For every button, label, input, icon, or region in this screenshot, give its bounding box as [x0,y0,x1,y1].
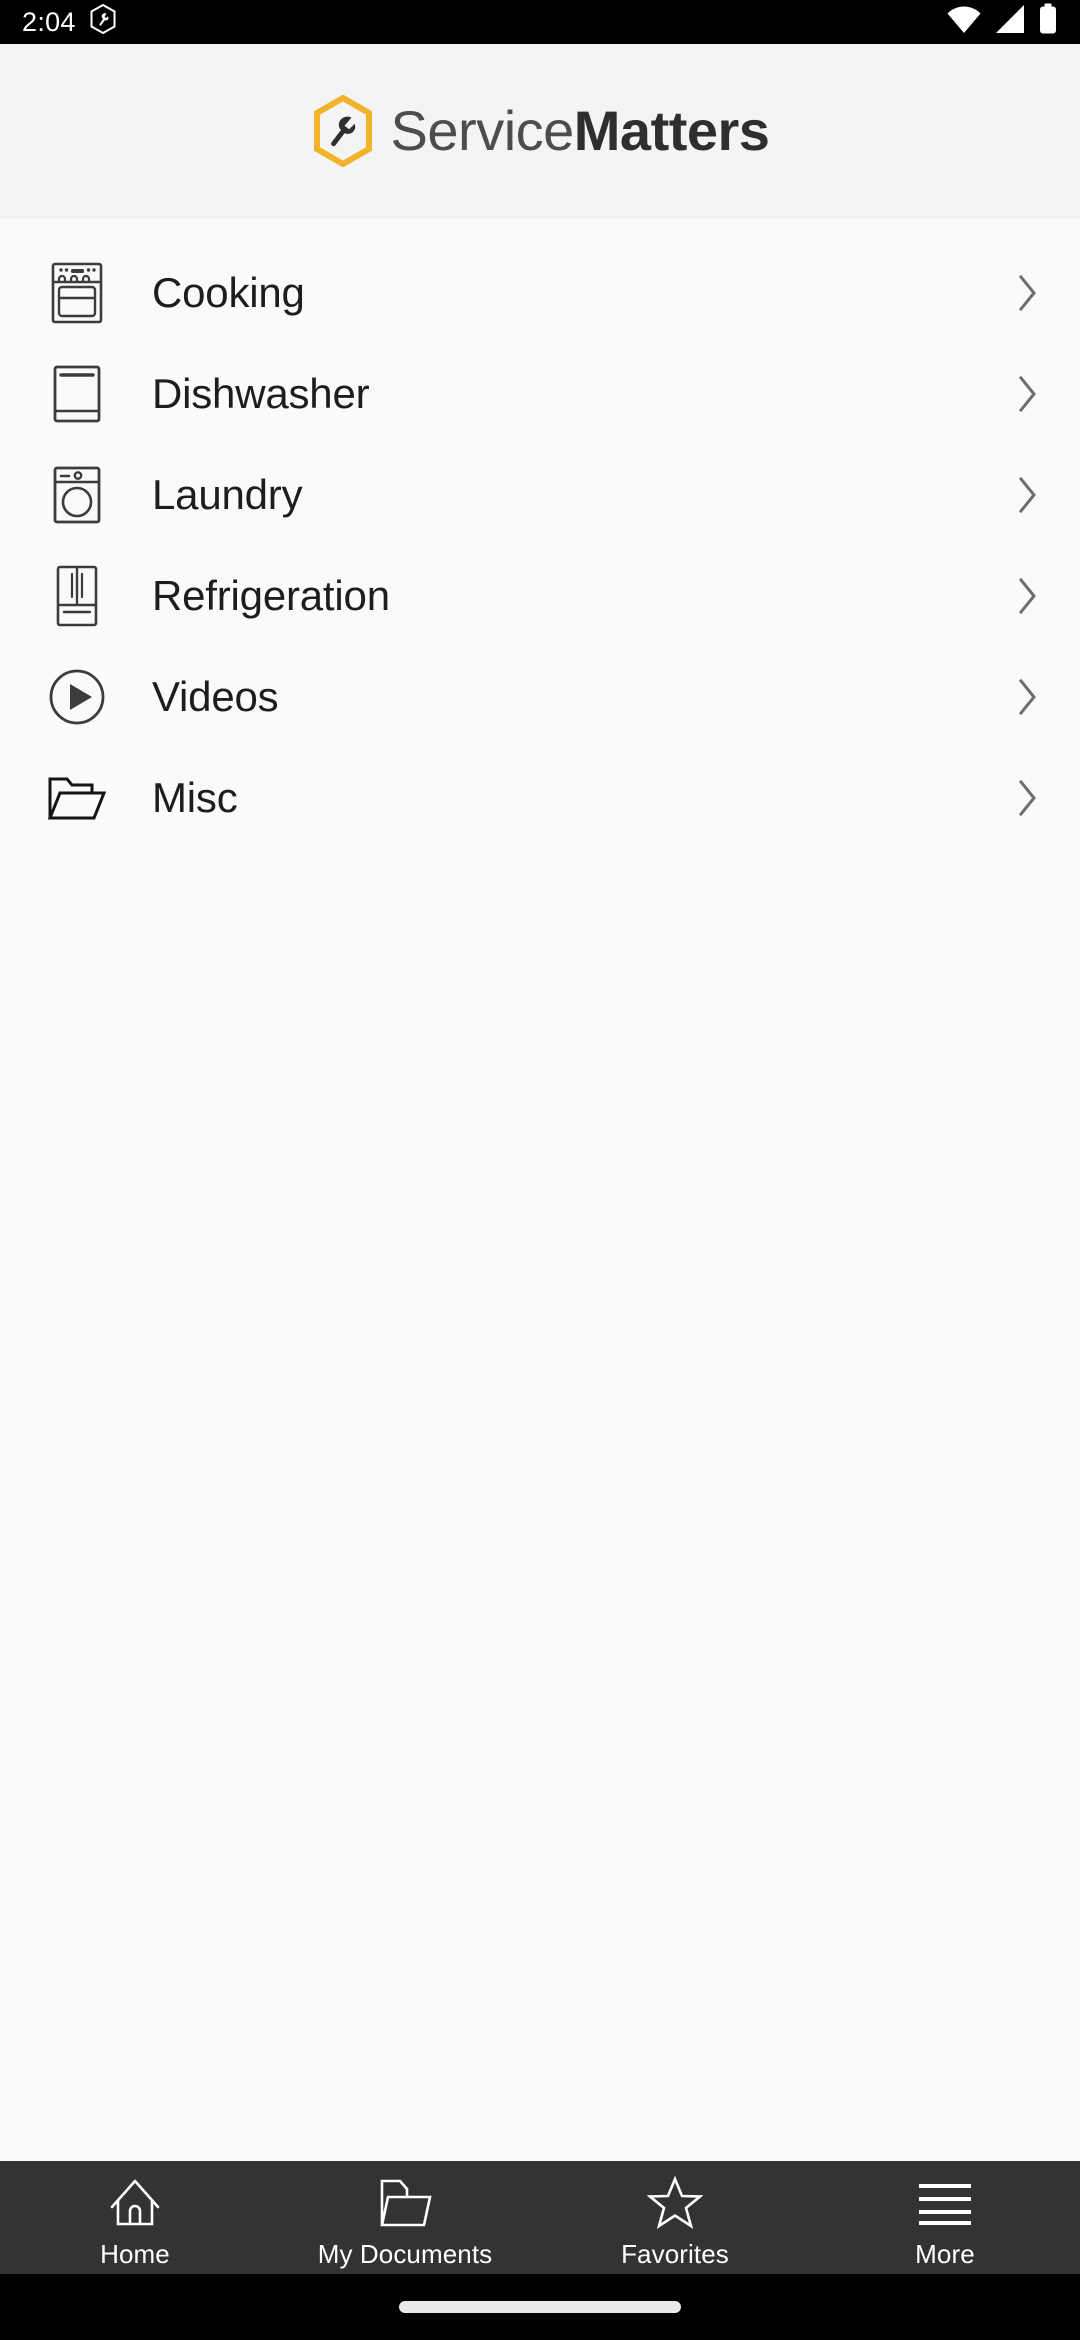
nav-item-home[interactable]: Home [0,2161,270,2274]
status-bar: 2:04 [0,0,1080,44]
list-item-label: Misc [152,773,238,821]
chevron-right-icon [1016,473,1040,517]
status-bar-clock: 2:04 [22,6,76,37]
dishwasher-icon [46,363,108,425]
chevron-right-icon [1016,271,1040,315]
app-header: ServiceMatters [0,44,1080,218]
range-oven-icon [46,262,108,324]
system-gesture-area [0,2274,1080,2340]
nav-item-favorites[interactable]: Favorites [540,2161,810,2274]
list-item-laundry[interactable]: Laundry [0,444,1080,545]
brand-logo: ServiceMatters [311,94,770,167]
nav-item-more[interactable]: More [810,2161,1080,2274]
nav-item-label: Favorites [621,2238,729,2269]
chevron-right-icon [1016,776,1040,820]
chevron-right-icon [1016,675,1040,719]
chevron-right-icon [1016,574,1040,618]
list-item-dishwasher[interactable]: Dishwasher [0,343,1080,444]
list-item-cooking[interactable]: Cooking [0,242,1080,343]
servicematters-hexagon-wrench-logo [311,94,375,167]
brand-wordmark-first: Service [390,98,575,162]
cellular-signal-icon [994,4,1026,41]
list-item-videos[interactable]: Videos [0,646,1080,747]
category-list: Cooking Dishwasher Laundry Refrigeration… [0,218,1080,2161]
nav-item-my-documents[interactable]: My Documents [270,2161,540,2274]
app-screen: 2:04 ServiceMatters Cooking Dishwasher L… [0,0,1080,2340]
brand-wordmark: ServiceMatters [391,102,770,159]
list-item-label: Videos [152,672,279,720]
list-item-label: Cooking [152,268,305,316]
android-gesture-pill[interactable] [399,2301,681,2313]
list-item-label: Dishwasher [152,369,370,417]
chevron-right-icon [1016,372,1040,416]
list-item-refrigeration[interactable]: Refrigeration [0,545,1080,646]
hamburger-menu-icon [915,2175,975,2231]
status-bar-left: 2:04 [22,3,116,41]
folder-icon [374,2175,436,2231]
wifi-icon [946,4,982,41]
nav-item-label: Home [100,2238,170,2269]
nav-item-label: My Documents [317,2238,493,2269]
star-icon [647,2175,703,2231]
brand-wordmark-second: Matters [573,98,770,162]
list-item-misc[interactable]: Misc [0,747,1080,848]
app-notification-icon [90,3,116,41]
status-bar-right [946,3,1058,42]
open-folder-icon [46,767,108,829]
list-item-label: Laundry [152,470,303,518]
bottom-navigation-bar: Home My Documents Favorites More [0,2161,1080,2274]
refrigerator-icon [46,565,108,627]
battery-icon [1038,3,1058,42]
nav-item-label: More [915,2238,975,2269]
play-circle-icon [46,666,108,728]
home-icon [108,2175,162,2231]
washing-machine-icon [46,464,108,526]
list-item-label: Refrigeration [152,571,390,619]
